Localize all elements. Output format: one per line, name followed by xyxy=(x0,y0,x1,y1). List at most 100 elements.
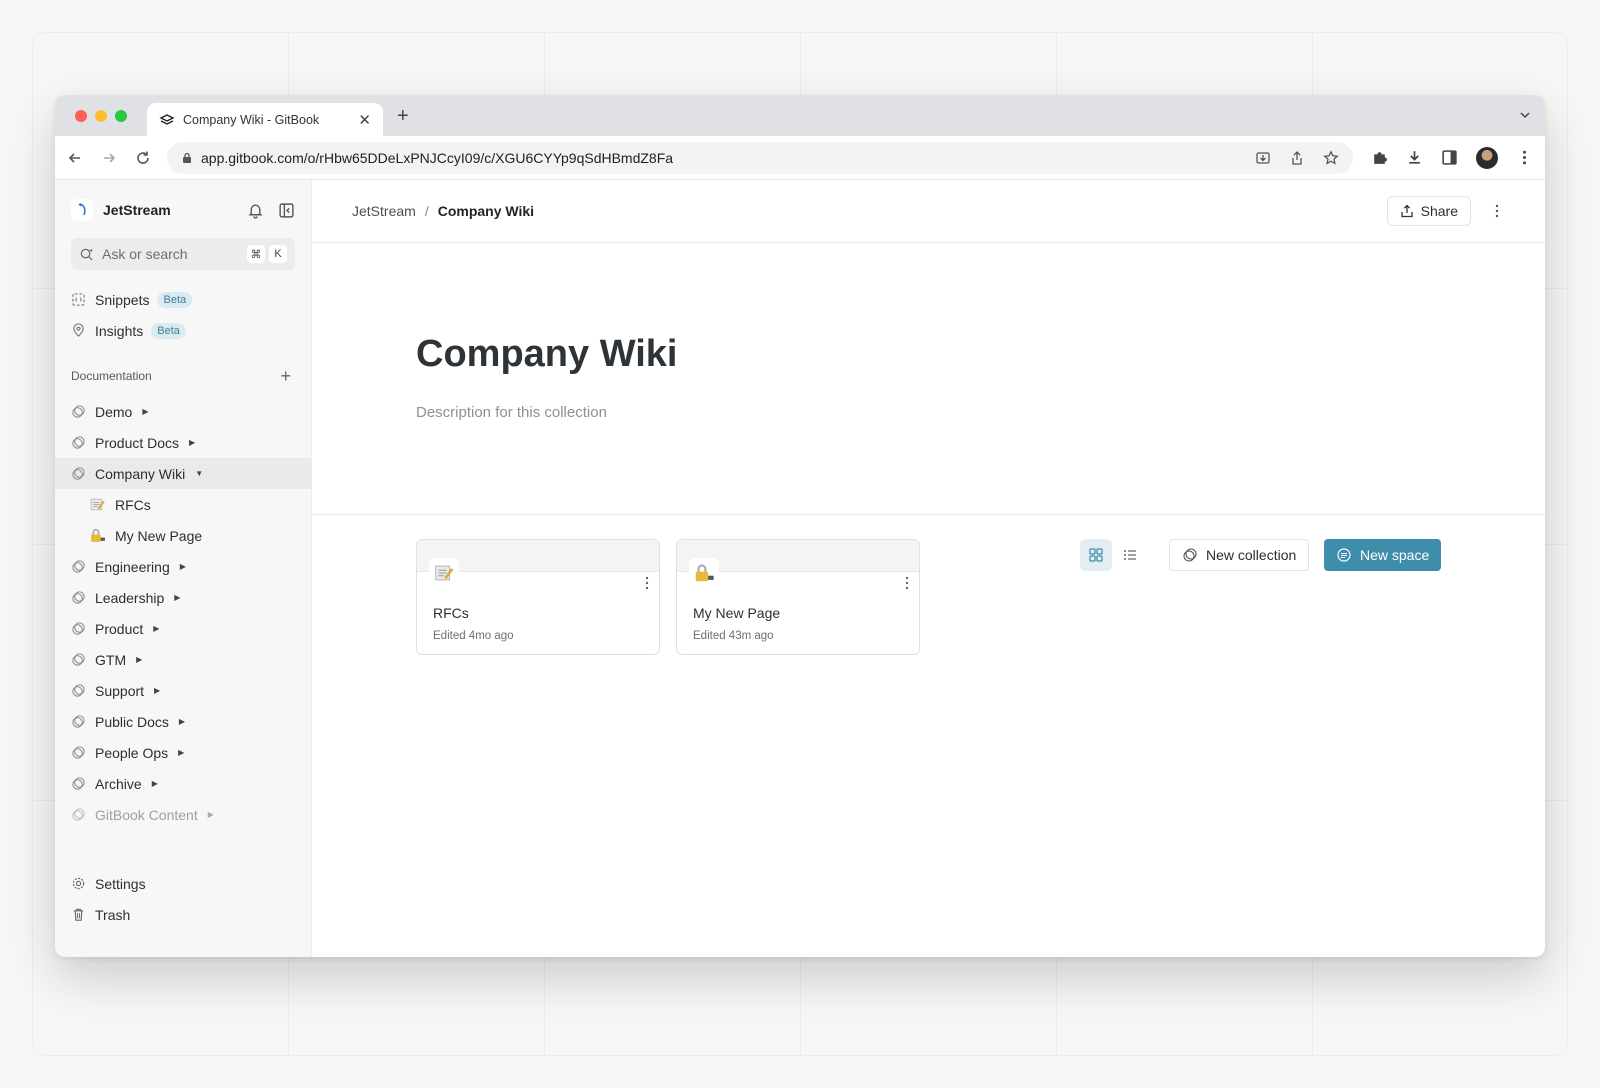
card-menu-icon[interactable] xyxy=(905,576,909,595)
sidebar-item-demo[interactable]: Demo ▶ xyxy=(55,396,311,427)
address-bar: app.gitbook.com/o/rHbw65DDeLxPNJCcyI09/c… xyxy=(55,136,1545,180)
tree-label: Archive xyxy=(95,775,142,792)
tree-label: GTM xyxy=(95,651,127,668)
window-controls xyxy=(75,110,127,122)
expand-caret-icon[interactable]: ▶ xyxy=(208,810,214,819)
collection-description[interactable]: Description for this collection xyxy=(416,404,1545,421)
share-upload-icon xyxy=(1400,204,1413,218)
downloads-icon[interactable] xyxy=(1406,149,1423,166)
share-button[interactable]: Share xyxy=(1386,196,1471,226)
bookmark-star-icon[interactable] xyxy=(1323,149,1339,166)
sidebar-item-trash[interactable]: Trash xyxy=(55,899,311,930)
browser-window: Company Wiki - GitBook ✕ + app.gitbook.c… xyxy=(55,95,1545,957)
more-options-icon[interactable] xyxy=(1489,204,1505,218)
tree-label: Company Wiki xyxy=(95,465,186,482)
sidebar-item-support[interactable]: Support ▶ xyxy=(55,675,311,706)
sidebar-item-leadership[interactable]: Leadership ▶ xyxy=(55,582,311,613)
collapse-sidebar-icon[interactable] xyxy=(278,202,295,219)
sidebar-item-settings[interactable]: Settings xyxy=(55,868,311,899)
search-sparkle-icon xyxy=(80,248,93,261)
expand-caret-icon[interactable]: ▶ xyxy=(180,562,186,571)
card-title: RFCs xyxy=(433,605,469,621)
back-icon[interactable] xyxy=(67,150,83,166)
url-input[interactable]: app.gitbook.com/o/rHbw65DDeLxPNJCcyI09/c… xyxy=(167,141,1353,174)
lock-icon xyxy=(183,152,191,163)
tab-close-icon[interactable]: ✕ xyxy=(358,111,371,129)
url-text: app.gitbook.com/o/rHbw65DDeLxPNJCcyI09/c… xyxy=(201,149,674,166)
space-card-my-new-page[interactable]: My New Page Edited 43m ago xyxy=(676,539,920,655)
section-title: Documentation xyxy=(71,369,152,383)
sidebar-item-product[interactable]: Product ▶ xyxy=(55,613,311,644)
add-collection-icon[interactable]: + xyxy=(280,366,291,387)
install-app-icon[interactable] xyxy=(1255,150,1271,166)
collection-icon xyxy=(72,622,85,635)
expand-caret-icon[interactable]: ▶ xyxy=(179,717,185,726)
notifications-bell-icon[interactable] xyxy=(247,202,264,219)
sidebar-item-engineering[interactable]: Engineering ▶ xyxy=(55,551,311,582)
list-view-icon[interactable] xyxy=(1114,539,1146,571)
tree-label: Public Docs xyxy=(95,713,169,730)
trash-icon xyxy=(73,908,84,921)
browser-tab[interactable]: Company Wiki - GitBook ✕ xyxy=(147,103,383,136)
minimize-window-button[interactable] xyxy=(95,110,107,122)
new-collection-button[interactable]: New collection xyxy=(1169,539,1310,571)
gitbook-app: JetStream Ask or search ⌘ K Snippets Bet… xyxy=(55,180,1545,957)
expand-caret-icon[interactable]: ▶ xyxy=(154,686,160,695)
tab-bar: Company Wiki - GitBook ✕ + xyxy=(55,95,1545,136)
collection-icon xyxy=(72,653,85,666)
expand-caret-icon[interactable]: ▶ xyxy=(142,407,148,416)
maximize-window-button[interactable] xyxy=(115,110,127,122)
space-icon xyxy=(1337,548,1351,562)
expand-caret-icon[interactable]: ▶ xyxy=(152,779,158,788)
side-panel-icon[interactable] xyxy=(1441,149,1458,166)
sidebar-item-archive[interactable]: Archive ▶ xyxy=(55,768,311,799)
browser-menu-icon[interactable] xyxy=(1516,149,1533,166)
new-collection-label: New collection xyxy=(1206,547,1297,563)
space-card-rfcs[interactable]: RFCs Edited 4mo ago xyxy=(416,539,660,655)
jetstream-logo-icon[interactable] xyxy=(71,199,93,221)
sidebar-item-label: Insights xyxy=(95,322,144,339)
expand-caret-icon[interactable]: ▶ xyxy=(189,438,195,447)
sidebar-item-rfcs[interactable]: RFCs xyxy=(55,489,311,520)
forward-icon[interactable] xyxy=(101,150,117,166)
tree-label: Engineering xyxy=(95,558,170,575)
collection-icon xyxy=(72,746,85,759)
reload-icon[interactable] xyxy=(135,150,151,166)
sidebar-item-gitbook-content[interactable]: GitBook Content ▶ xyxy=(55,799,311,830)
org-name[interactable]: JetStream xyxy=(103,202,247,218)
new-tab-icon[interactable]: + xyxy=(397,105,409,128)
sidebar-item-people-ops[interactable]: People Ops ▶ xyxy=(55,737,311,768)
expand-caret-icon[interactable]: ▶ xyxy=(153,624,159,633)
card-menu-icon[interactable] xyxy=(645,576,649,595)
collapse-caret-icon[interactable]: ▼ xyxy=(195,469,203,478)
page-title[interactable]: Company Wiki xyxy=(416,333,1545,376)
expand-caret-icon[interactable]: ▶ xyxy=(178,748,184,757)
sidebar-item-public-docs[interactable]: Public Docs ▶ xyxy=(55,706,311,737)
grid-view-icon[interactable] xyxy=(1080,539,1112,571)
view-toggle xyxy=(1080,539,1146,571)
sidebar-item-company-wiki[interactable]: Company Wiki ▼ xyxy=(55,458,311,489)
collection-icon xyxy=(72,405,85,418)
search-input[interactable]: Ask or search ⌘ K xyxy=(71,238,295,270)
profile-avatar[interactable] xyxy=(1476,146,1498,169)
extensions-puzzle-icon[interactable] xyxy=(1371,149,1388,166)
sidebar-item-my-new-page[interactable]: My New Page xyxy=(55,520,311,551)
close-window-button[interactable] xyxy=(75,110,87,122)
sidebar-item-snippets[interactable]: Snippets Beta xyxy=(55,284,311,315)
expand-caret-icon[interactable]: ▶ xyxy=(136,655,142,664)
kbd-k: K xyxy=(269,245,287,263)
sidebar-item-insights[interactable]: Insights Beta xyxy=(55,315,311,346)
collection-header: Company Wiki Description for this collec… xyxy=(312,243,1545,515)
expand-caret-icon[interactable]: ▶ xyxy=(174,593,180,602)
new-space-button[interactable]: New space xyxy=(1324,539,1442,571)
collection-icon xyxy=(1183,548,1197,562)
sidebar-footer: Settings Trash xyxy=(55,868,311,930)
tab-list-chevron-icon[interactable] xyxy=(1519,109,1531,121)
share-page-icon[interactable] xyxy=(1289,150,1305,166)
sidebar-item-product-docs[interactable]: Product Docs ▶ xyxy=(55,427,311,458)
collection-tree: Demo ▶ Product Docs ▶ Company Wiki ▼ RFCs M… xyxy=(55,396,311,830)
org-header: JetStream xyxy=(55,194,311,226)
sidebar-item-gtm[interactable]: GTM ▶ xyxy=(55,644,311,675)
collection-icon xyxy=(72,715,85,728)
breadcrumb-root[interactable]: JetStream xyxy=(352,203,416,219)
